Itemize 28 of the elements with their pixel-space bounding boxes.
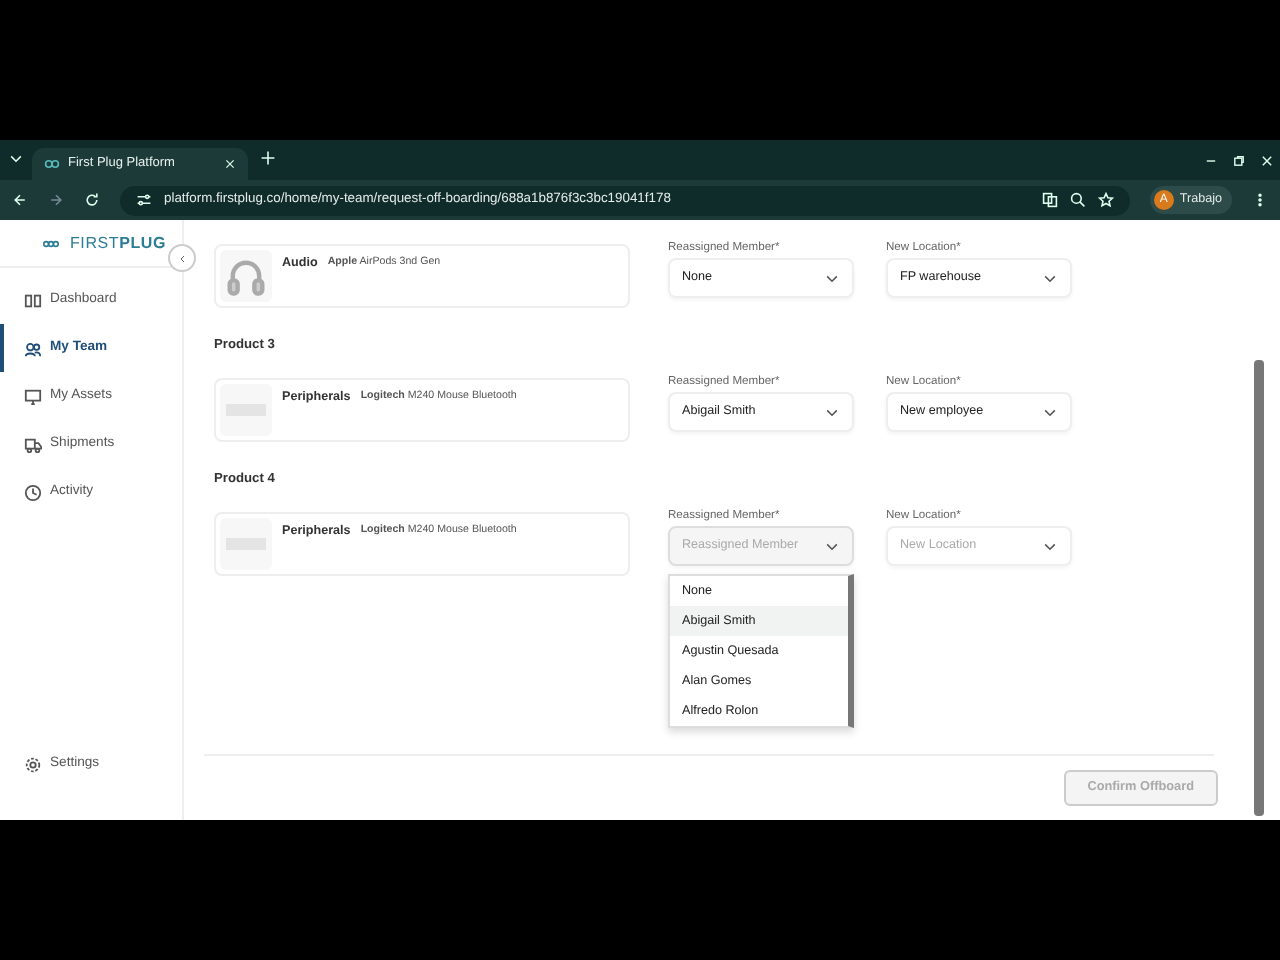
reload-icon[interactable] [84, 192, 100, 208]
people-icon [24, 339, 42, 357]
logo-text: FIRSTPLUG [70, 231, 167, 255]
monitor-icon [24, 387, 42, 405]
star-icon[interactable] [1097, 192, 1114, 208]
menu-icon[interactable] [1252, 192, 1268, 208]
chevron-down-icon [1042, 538, 1058, 554]
site-settings-icon[interactable] [136, 192, 152, 208]
restore-icon[interactable] [1231, 153, 1245, 167]
clock-icon [24, 483, 42, 501]
chevron-down-icon [1042, 270, 1058, 286]
settings-icon [24, 755, 42, 773]
new-tab-icon[interactable] [260, 149, 276, 166]
scrollbar-thumb[interactable] [1254, 360, 1264, 816]
close-icon[interactable] [1259, 153, 1273, 167]
close-tab-icon[interactable] [224, 158, 236, 170]
truck-icon [24, 435, 42, 453]
chevron-down-icon [1042, 404, 1058, 420]
translate-icon[interactable] [1041, 192, 1058, 208]
chevron-down-icon [824, 270, 840, 286]
chevron-down-icon [824, 404, 840, 420]
back-icon[interactable] [12, 192, 28, 208]
forward-icon[interactable] [48, 192, 64, 208]
site-icon [44, 156, 60, 172]
dashboard-icon [24, 291, 42, 309]
zoom-icon[interactable] [1069, 192, 1086, 208]
chevron-down-icon [824, 538, 840, 554]
logo-icon [38, 235, 64, 251]
